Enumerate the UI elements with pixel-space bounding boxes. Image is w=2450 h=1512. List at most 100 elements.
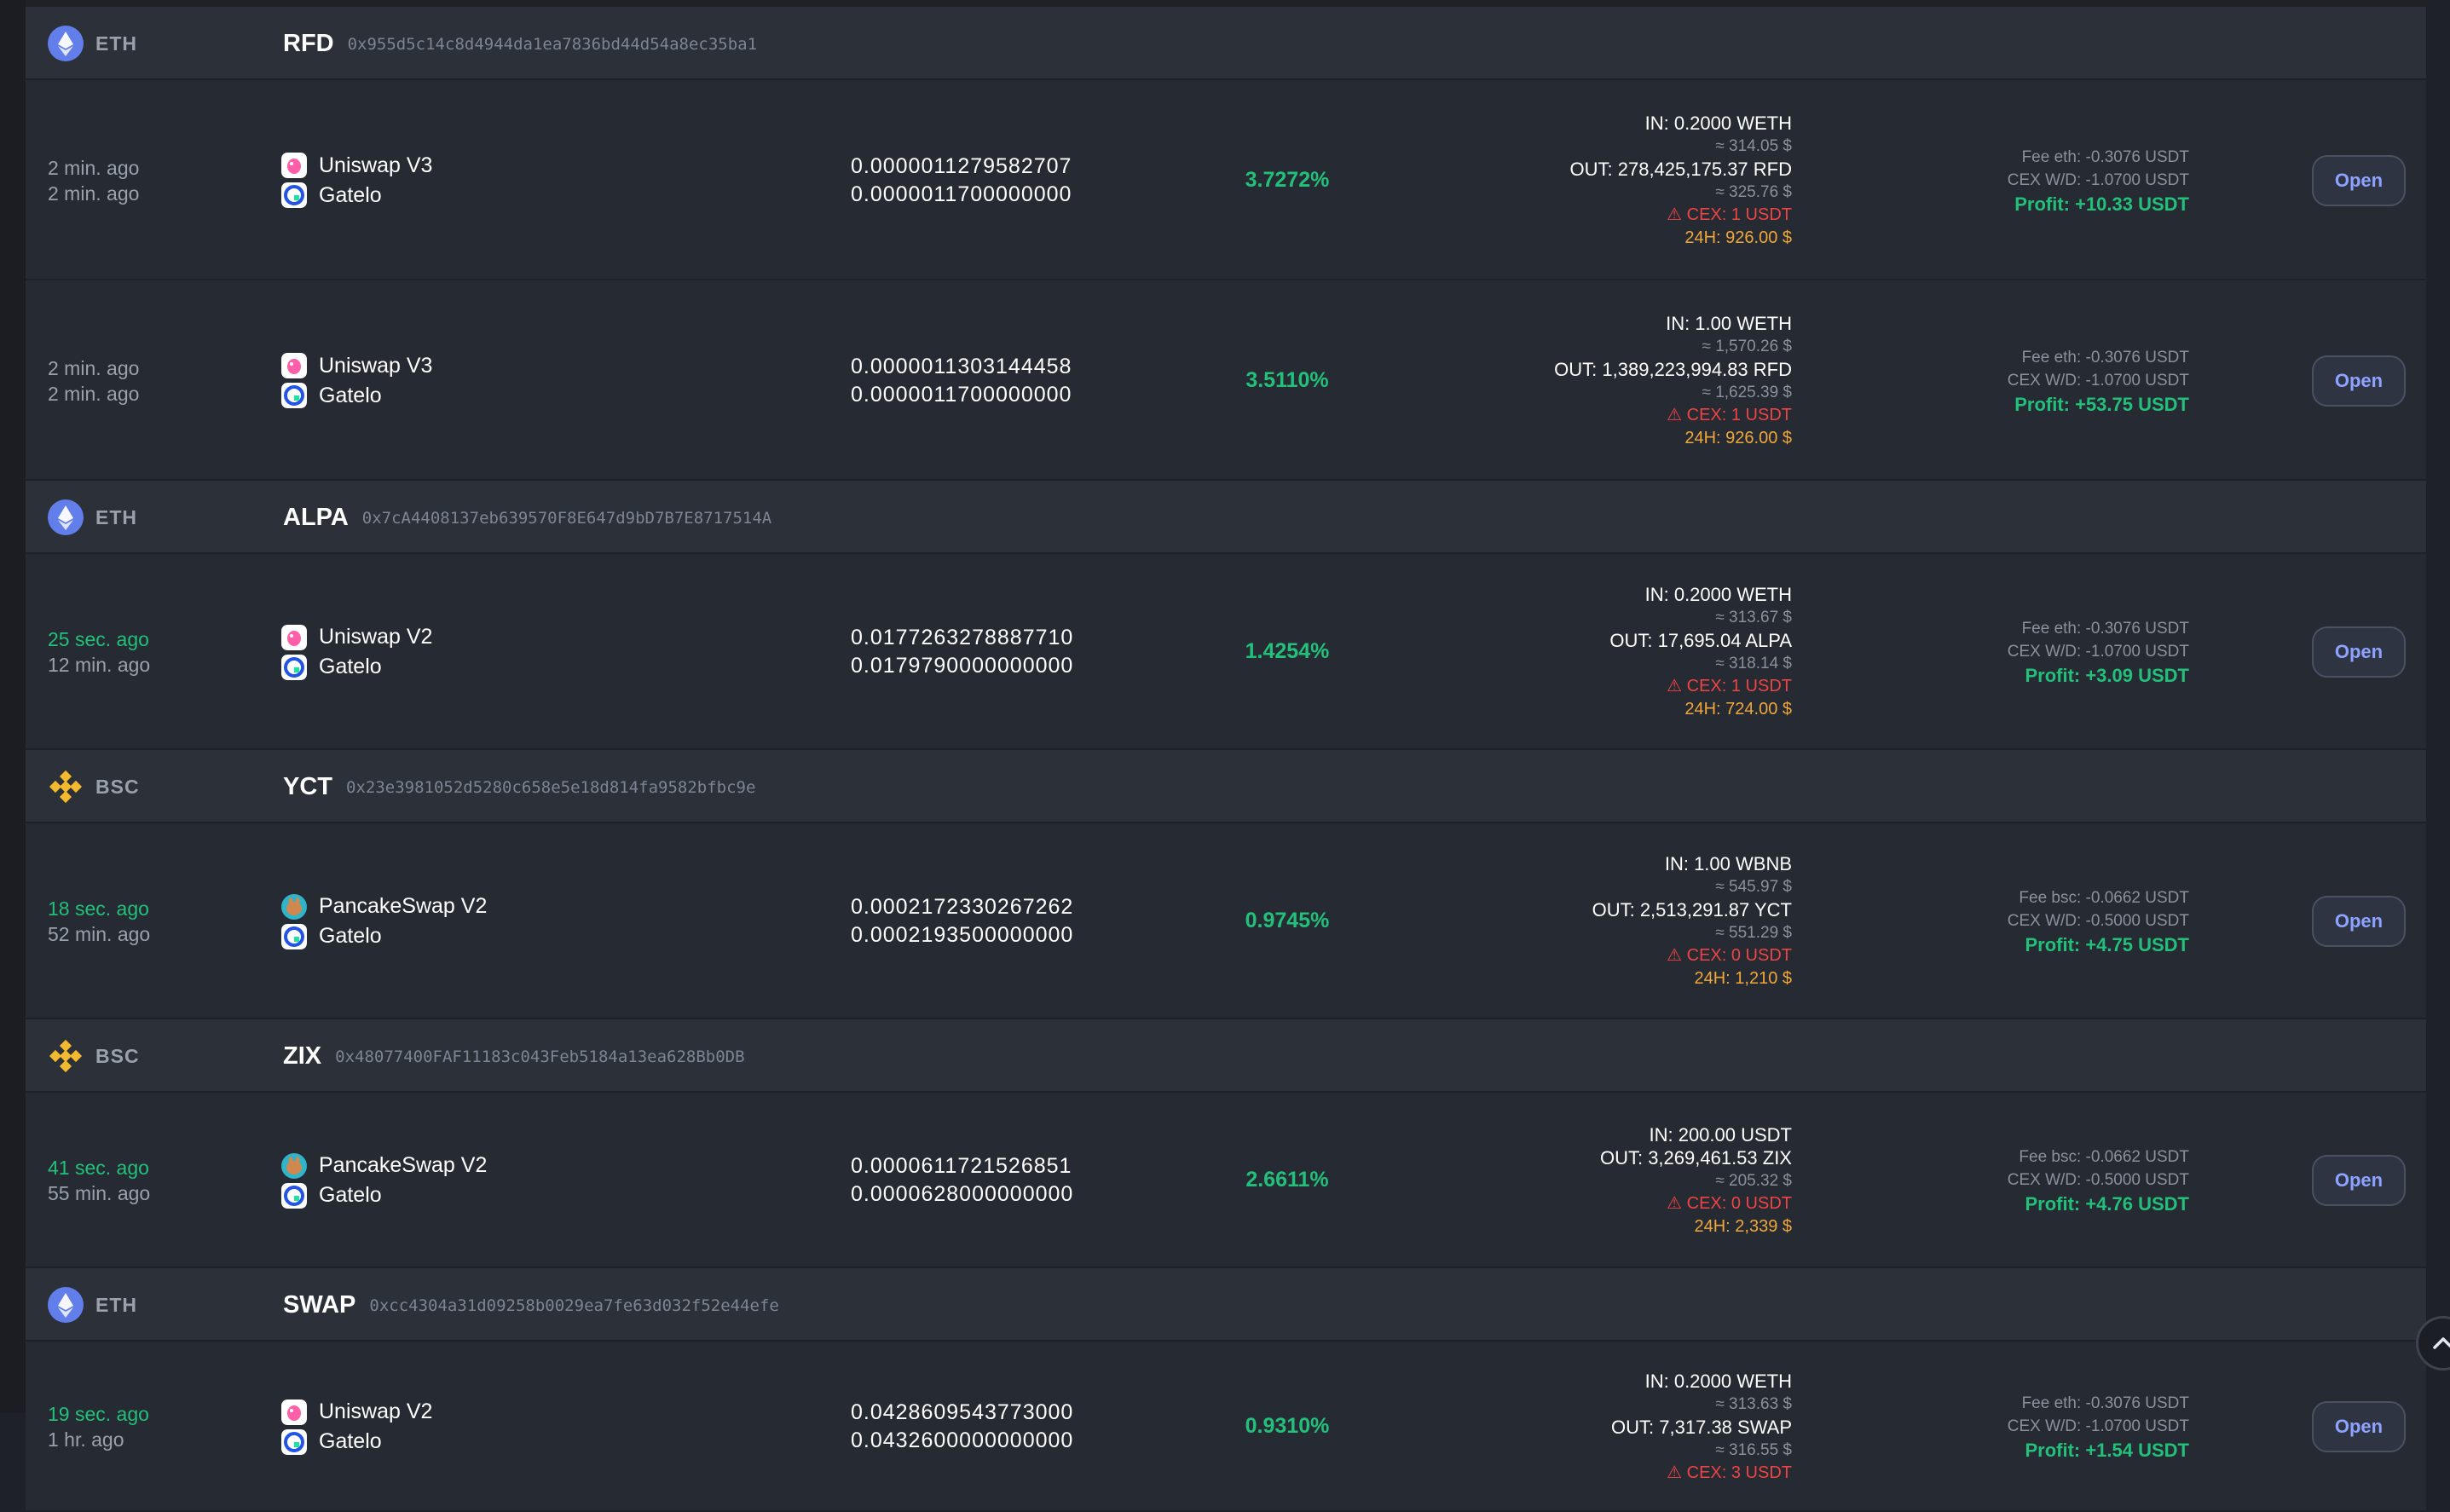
in-usd: ≈ 313.63 $: [1715, 1394, 1792, 1413]
chain-label: ETH: [95, 1294, 137, 1316]
out-usd: ≈ 325.76 $: [1715, 182, 1792, 201]
ethereum-icon: [48, 1287, 84, 1323]
out-amount: OUT: 2,513,291.87 YCT: [1592, 899, 1792, 920]
token-symbol-text: YCT: [283, 773, 332, 800]
time-created: 12 min. ago: [48, 654, 151, 676]
chain-label: ETH: [95, 32, 137, 55]
token-address[interactable]: 0x23e3981052d5280c658e5e18d814fa9582bfbc…: [346, 778, 755, 797]
token-symbol: ALPA 0x7cA4408137eb639570F8E647d9bD7B7E87…: [283, 481, 771, 555]
uniswap-icon: [281, 1399, 307, 1425]
cex-warning: ⚠ CEX: 0 USDT: [1667, 946, 1792, 965]
out-amount: OUT: 17,695.04 ALPA: [1609, 630, 1792, 651]
ethereum-icon: [48, 26, 84, 61]
in-usd: ≈ 545.97 $: [1715, 878, 1792, 896]
token-address[interactable]: 0x7cA4408137eb639570F8E647d9bD7B7E871751…: [362, 509, 771, 528]
cex-price: 0.0000011700000000: [851, 382, 1072, 407]
time-block: 18 sec. ago 52 min. ago: [48, 896, 269, 947]
time-block: 2 min. ago 2 min. ago: [48, 355, 269, 407]
token-group-header: ETH SWAP 0xcc4304a31d09258b0029ea7fe63d032…: [26, 1268, 2426, 1342]
uniswap-icon: [281, 153, 307, 178]
opportunity-row: 41 sec. ago 55 min. ago PancakeSwap V2 Gate…: [26, 1093, 2426, 1268]
out-amount: OUT: 7,317.38 SWAP: [1611, 1416, 1792, 1438]
exchange-pair: Uniswap V3 Gatelo: [281, 151, 759, 211]
time-block: 25 sec. ago 12 min. ago: [48, 626, 269, 678]
out-usd: ≈ 318.14 $: [1715, 655, 1792, 672]
dex-name: Uniswap V2: [319, 625, 433, 649]
exchange-dex: PancakeSwap V2: [281, 892, 759, 921]
open-button[interactable]: Open: [2312, 896, 2406, 947]
volume-24h: 24H: 2,339 $: [1694, 1216, 1792, 1236]
cex-warning: ⚠ CEX: 1 USDT: [1667, 405, 1792, 424]
exchange-dex: Uniswap V2: [281, 622, 759, 652]
token-address[interactable]: 0x955d5c14c8d4944da1ea7836bd44d54a8ec35b…: [348, 35, 757, 54]
cex-warning: ⚠ CEX: 1 USDT: [1667, 677, 1792, 695]
ethereum-icon: [48, 499, 84, 535]
arbitrage-list: ETH RFD 0x955d5c14c8d4944da1ea7836bd44d54a…: [26, 7, 2426, 1512]
exchange-cex: Gatelo: [281, 652, 759, 682]
spread-percent: 1.4254%: [1245, 639, 1330, 663]
cex-name: Gatelo: [319, 655, 382, 678]
dex-name: PancakeSwap V2: [319, 1153, 488, 1177]
exchange-pair: Uniswap V3 Gatelo: [281, 351, 759, 411]
bnb-chain-icon: [49, 770, 83, 804]
cex-name: Gatelo: [319, 1183, 382, 1207]
cex-warning: ⚠ CEX: 0 USDT: [1667, 1193, 1792, 1213]
time-created: 1 hr. ago: [48, 1428, 124, 1451]
profit-value: Profit: +4.76 USDT: [2025, 1193, 2189, 1215]
token-address[interactable]: 0xcc4304a31d09258b0029ea7fe63d032f52e44e…: [369, 1296, 778, 1315]
exchange-dex: Uniswap V3: [281, 351, 759, 381]
trade-block: IN: 1.00 WBNB ≈ 545.97 $ OUT: 2,513,291.87…: [1592, 852, 1792, 990]
price-block: 0.0002172330267262 0.0002193500000000: [851, 893, 1073, 949]
time-block: 19 sec. ago 1 hr. ago: [48, 1401, 269, 1452]
opportunity-row: 18 sec. ago 52 min. ago PancakeSwap V2 Gate…: [26, 823, 2426, 1019]
cex-name: Gatelo: [319, 924, 382, 948]
opportunity-row: 25 sec. ago 12 min. ago Uniswap V2 Gatelo 0.…: [26, 554, 2426, 750]
chain-label: BSC: [95, 1045, 140, 1067]
token-group-header: BSC ZIX 0x48077400FAF11183c043Feb5184a13ea…: [26, 1019, 2426, 1093]
pancakeswap-icon: [281, 893, 307, 920]
price-block: 0.0000611721526851 0.0000628000000000: [851, 1152, 1073, 1209]
open-button[interactable]: Open: [2312, 1155, 2406, 1206]
in-amount: IN: 1.00 WETH: [1666, 312, 1792, 334]
fee-network: Fee eth: -0.3076 USDT: [2021, 147, 2189, 166]
price-block: 0.0000011303144458 0.0000011700000000: [851, 353, 1072, 409]
fee-cex-withdraw: CEX W/D: -1.0700 USDT: [2007, 170, 2189, 189]
exchange-dex: Uniswap V3: [281, 151, 759, 181]
chain-label: BSC: [95, 776, 140, 798]
open-button[interactable]: Open: [2312, 154, 2406, 206]
gate-icon: [281, 654, 307, 680]
open-button[interactable]: Open: [2312, 626, 2406, 678]
exchange-cex: Gatelo: [281, 1180, 759, 1210]
volume-24h: 24H: 926.00 $: [1684, 428, 1792, 447]
trade-block: IN: 0.2000 WETH ≈ 313.67 $ OUT: 17,695.04 …: [1609, 583, 1792, 721]
fee-cex-withdraw: CEX W/D: -0.5000 USDT: [2007, 912, 2189, 930]
cex-warning: ⚠ CEX: 1 USDT: [1667, 205, 1792, 224]
dex-price: 0.0002172330267262: [851, 895, 1074, 919]
price-block: 0.0177263278887710 0.0179790000000000: [851, 624, 1073, 680]
spread-percent: 3.5110%: [1245, 367, 1329, 392]
time-created: 2 min. ago: [48, 382, 140, 405]
exchange-cex: Gatelo: [281, 181, 759, 211]
token-symbol: SWAP 0xcc4304a31d09258b0029ea7fe63d032f52…: [283, 1268, 779, 1342]
open-button[interactable]: Open: [2312, 1401, 2406, 1452]
exchange-cex: Gatelo: [281, 921, 759, 951]
fee-network: Fee bsc: -0.0662 USDT: [2019, 889, 2189, 907]
token-symbol-text: RFD: [283, 30, 334, 57]
dex-price: 0.0000011279582707: [851, 153, 1072, 178]
token-address[interactable]: 0x48077400FAF11183c043Feb5184a13ea628Bb0…: [335, 1047, 744, 1066]
exchange-pair: Uniswap V2 Gatelo: [281, 622, 759, 682]
scroll-to-top-button[interactable]: [2416, 1316, 2450, 1371]
fee-cex-withdraw: CEX W/D: -1.0700 USDT: [2007, 643, 2189, 661]
spread-percent: 2.6611%: [1245, 1168, 1329, 1192]
open-button[interactable]: Open: [2312, 355, 2406, 407]
token-group-header: ETH ALPA 0x7cA4408137eb639570F8E647d9bD7B7…: [26, 481, 2426, 554]
cex-name: Gatelo: [319, 1429, 382, 1453]
trade-block: IN: 0.2000 WETH ≈ 313.63 $ OUT: 7,317.38 S…: [1611, 1370, 1792, 1485]
token-symbol: RFD 0x955d5c14c8d4944da1ea7836bd44d54a8ec…: [283, 7, 757, 81]
in-usd: ≈ 313.67 $: [1715, 609, 1792, 626]
out-amount: OUT: 3,269,461.53 ZIX: [1599, 1146, 1792, 1169]
volume-24h: 24H: 1,210 $: [1694, 969, 1792, 988]
time-updated: 2 min. ago: [48, 356, 140, 379]
token-group-header: BSC YCT 0x23e3981052d5280c658e5e18d814fa95…: [26, 750, 2426, 823]
dex-name: PancakeSwap V2: [319, 894, 488, 918]
